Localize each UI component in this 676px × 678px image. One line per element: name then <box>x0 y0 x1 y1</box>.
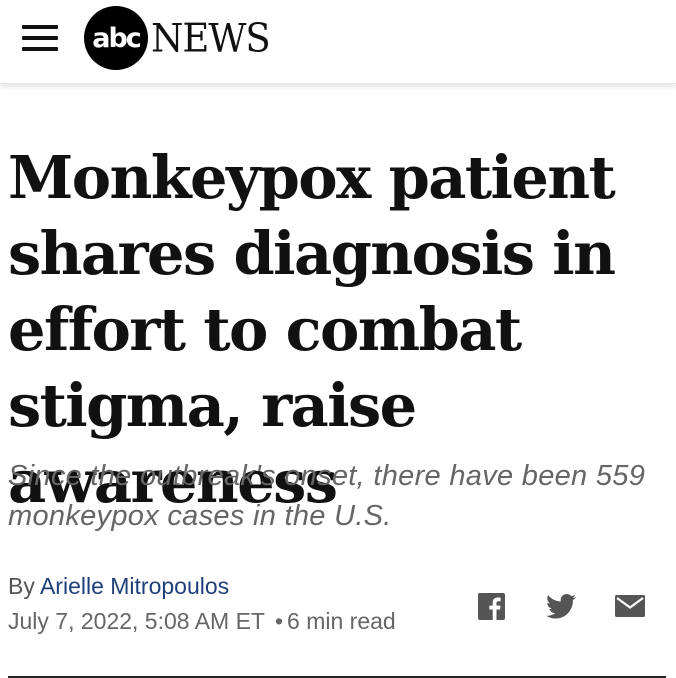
twitter-icon <box>546 593 576 618</box>
email-icon <box>615 595 645 617</box>
twitter-share-button[interactable] <box>545 590 577 622</box>
meta-separator: • <box>274 608 284 634</box>
site-header: abc NEWS <box>0 0 676 84</box>
logo-word: NEWS <box>151 15 271 61</box>
hamburger-icon-bar <box>22 36 58 40</box>
facebook-share-button[interactable] <box>475 590 507 622</box>
hamburger-icon-bar <box>22 25 58 29</box>
byline: By Arielle Mitropoulos <box>8 572 229 600</box>
facebook-icon <box>477 592 505 620</box>
hamburger-icon-bar <box>22 47 58 51</box>
byline-prefix: By <box>8 573 35 599</box>
author-link[interactable]: Arielle Mitropoulos <box>40 573 229 599</box>
read-time: 6 min read <box>287 608 396 634</box>
article-subhead: Since the outbreak's onset, there have b… <box>8 460 646 532</box>
publish-date: July 7, 2022, 5:08 AM ET <box>8 608 265 634</box>
menu-button[interactable] <box>22 25 58 51</box>
logo-circle: abc <box>84 6 148 70</box>
abc-news-logo[interactable]: abc NEWS <box>84 6 271 70</box>
article-meta: July 7, 2022, 5:08 AM ET • 6 min read <box>8 607 396 635</box>
email-share-button[interactable] <box>614 590 646 622</box>
